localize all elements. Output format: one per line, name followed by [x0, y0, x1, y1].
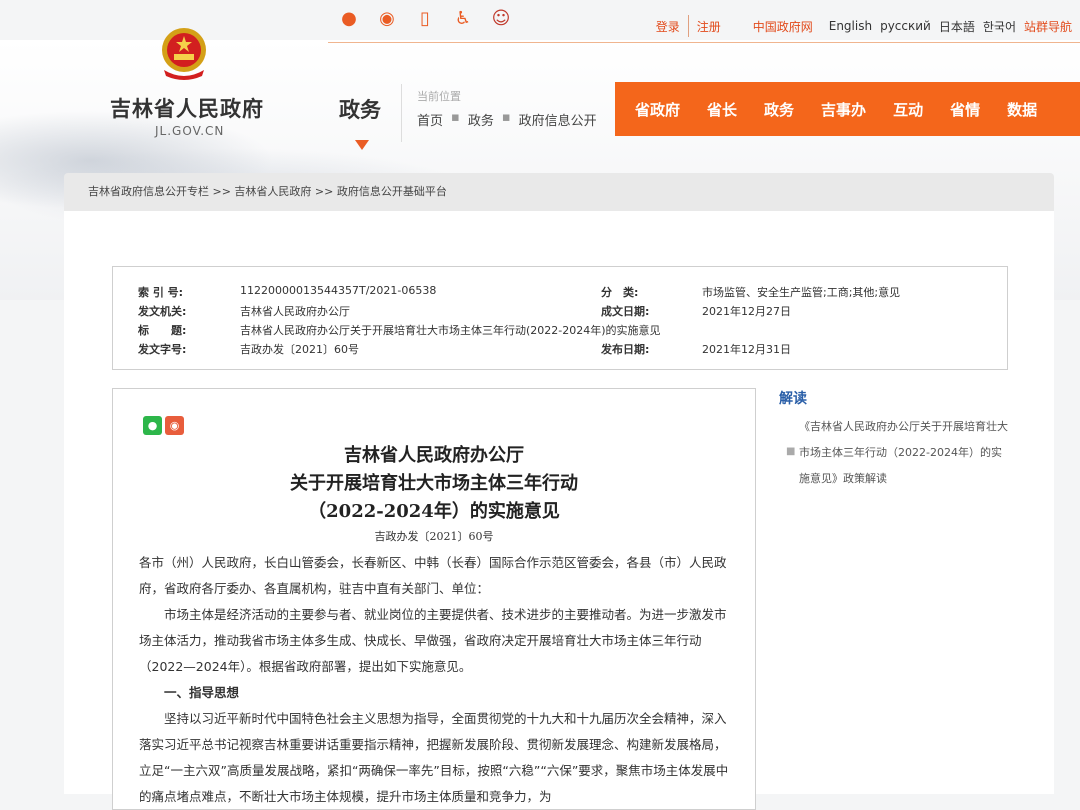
- nav-item-affairs[interactable]: 政务: [764, 99, 794, 120]
- location-home-link[interactable]: 首页: [417, 110, 443, 129]
- accessibility-icon[interactable]: ♿: [452, 8, 474, 30]
- interpretation-title: 解读: [779, 391, 807, 407]
- main-nav: 省政府 省长 政务 吉事办 互动 省情 数据: [615, 82, 1080, 136]
- wechat-icon[interactable]: ●: [338, 8, 360, 30]
- section-name: 政务: [339, 98, 381, 122]
- china-gov-link[interactable]: 中国政府网: [753, 18, 813, 35]
- bullet-icon: ■: [786, 446, 796, 457]
- category-value: 市场监管、安全生产监管;工商;其他;意见: [702, 286, 901, 299]
- nav-item-governor[interactable]: 省长: [707, 99, 737, 120]
- title-label: 标 题:: [138, 324, 187, 337]
- weibo-share-icon[interactable]: ◉: [165, 416, 184, 435]
- sitemap-link[interactable]: 站群导航: [1024, 18, 1072, 35]
- share-icons: ● ◉ ▯ ♿ ☺: [338, 8, 512, 30]
- issuer-value: 吉林省人民政府办公厅: [240, 305, 350, 318]
- written-date-label: 成文日期:: [601, 305, 650, 318]
- nav-item-interaction[interactable]: 互动: [893, 99, 923, 120]
- nav-item-province-gov[interactable]: 省政府: [635, 99, 680, 120]
- location-path: 首页 ▪ 政务 ▪ 政府信息公开: [417, 110, 597, 129]
- national-emblem-icon[interactable]: [158, 26, 210, 82]
- top-bar: ● ◉ ▯ ♿ ☺ 登录 注册 中国政府网 English русский 日本…: [328, 0, 1080, 43]
- site-domain: JL.GOV.CN: [155, 124, 225, 138]
- nav-item-province-info[interactable]: 省情: [950, 99, 980, 120]
- divider: [401, 84, 402, 142]
- article-share: ● ◉: [143, 416, 184, 435]
- category-label: 分 类:: [601, 286, 639, 299]
- document-metadata: 索 引 号: 11220000013544357T/2021-06538 发文机…: [112, 266, 1008, 370]
- published-date-label: 发布日期:: [601, 343, 650, 356]
- location-gov-link[interactable]: 政务: [468, 110, 494, 129]
- top-links: 登录 注册 中国政府网 English русский 日本語 한국어 站群导航: [656, 15, 1072, 37]
- register-link[interactable]: 注册: [697, 18, 721, 35]
- weibo-icon[interactable]: ◉: [376, 8, 398, 30]
- mobile-icon[interactable]: ▯: [414, 8, 436, 30]
- index-label: 索 引 号:: [138, 286, 184, 299]
- korean-link[interactable]: 한국어: [983, 18, 1016, 35]
- article-title-line1: 吉林省人民政府办公厅: [344, 445, 524, 466]
- english-link[interactable]: English: [829, 19, 872, 33]
- location-info-link[interactable]: 政府信息公开: [519, 110, 597, 129]
- article-title-line2: 关于开展培育壮大市场主体三年行动: [290, 473, 578, 494]
- wechat-share-icon[interactable]: ●: [143, 416, 162, 435]
- article-body: 各市（州）人民政府，长白山管委会，长春新区、中韩（长春）国际合作示范区管委会，各…: [139, 550, 729, 809]
- nav-item-jishiban[interactable]: 吉事办: [821, 99, 866, 120]
- section-arrow-icon: [355, 140, 369, 150]
- paragraph-1: 市场主体是经济活动的主要参与者、就业岗位的主要提供者、技术进步的主要推动者。为进…: [139, 607, 727, 674]
- docno-value: 吉政办发〔2021〕60号: [240, 343, 359, 356]
- addressee: 各市（州）人民政府，长白山管委会，长春新区、中韩（长春）国际合作示范区管委会，各…: [139, 555, 727, 596]
- mascot-icon[interactable]: ☺: [490, 8, 512, 30]
- issuer-label: 发文机关:: [138, 305, 187, 318]
- heading-1: 一、指导思想: [164, 685, 240, 700]
- location-label: 当前位置: [417, 90, 461, 103]
- breadcrumb[interactable]: 吉林省政府信息公开专栏 >> 吉林省人民政府 >> 政府信息公开基础平台: [64, 173, 1054, 211]
- written-date-value: 2021年12月27日: [702, 305, 791, 318]
- article: ● ◉ 吉林省人民政府办公厅 关于开展培育壮大市场主体三年行动 （2022-20…: [112, 388, 756, 810]
- russian-link[interactable]: русский: [880, 19, 931, 33]
- nav-item-data[interactable]: 数据: [1007, 99, 1037, 120]
- title-value: 吉林省人民政府办公厅关于开展培育壮大市场主体三年行动(2022-2024年)的实…: [240, 324, 661, 337]
- japanese-link[interactable]: 日本語: [939, 18, 975, 35]
- site-name[interactable]: 吉林省人民政府: [110, 93, 264, 123]
- interpretation-link[interactable]: ■ 《吉林省人民政府办公厅关于开展培育壮大市场主体三年行动（2022-2024年…: [786, 414, 1008, 492]
- paragraph-2: 坚持以习近平新时代中国特色社会主义思想为指导，全面贯彻党的十九大和十九届历次全会…: [139, 711, 729, 804]
- index-value: 11220000013544357T/2021-06538: [240, 284, 437, 297]
- interpretation-link-text[interactable]: 《吉林省人民政府办公厅关于开展培育壮大市场主体三年行动（2022-2024年）的…: [786, 414, 1008, 492]
- docno-label: 发文字号:: [138, 343, 187, 356]
- article-doc-number: 吉政办发〔2021〕60号: [374, 530, 494, 543]
- login-link[interactable]: 登录: [656, 18, 680, 35]
- article-title-line3: （2022-2024年）的实施意见: [308, 501, 560, 522]
- published-date-value: 2021年12月31日: [702, 343, 791, 356]
